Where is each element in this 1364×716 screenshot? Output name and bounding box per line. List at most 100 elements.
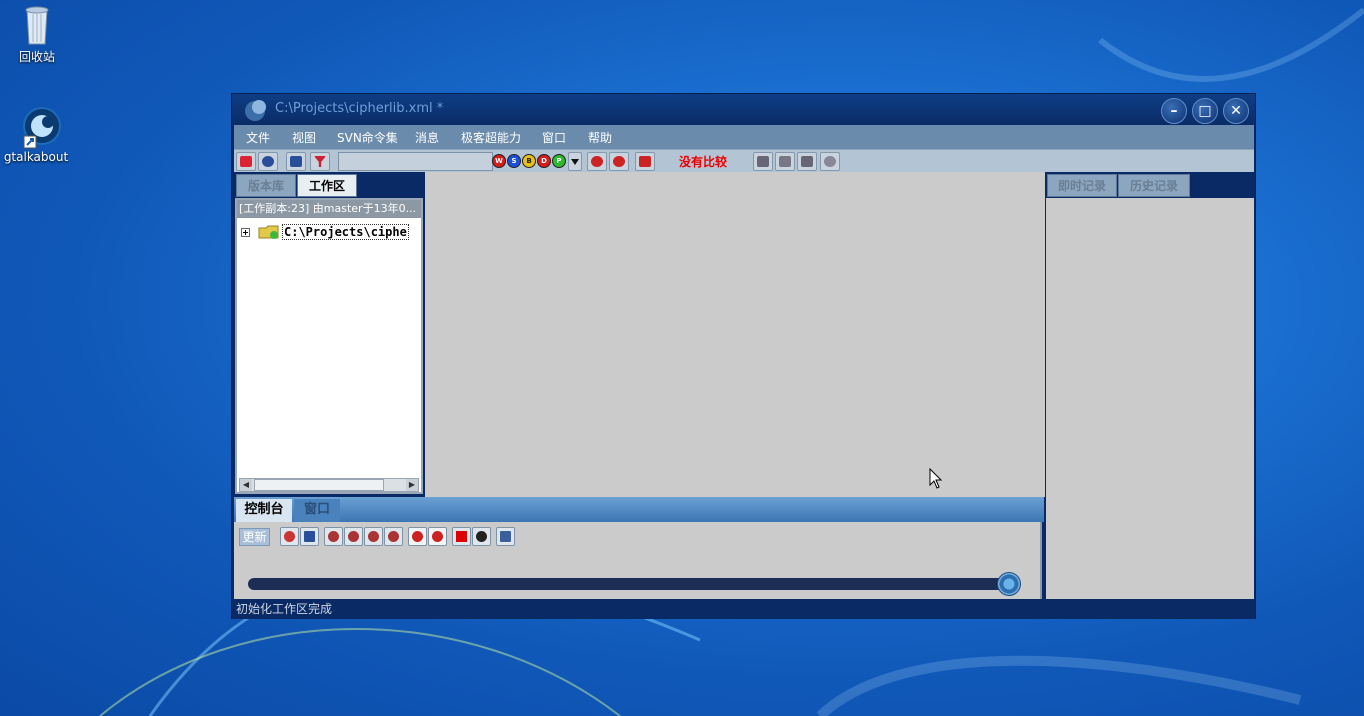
find-next-button[interactable] bbox=[609, 152, 629, 171]
search-button[interactable] bbox=[258, 152, 278, 171]
tool-button-6[interactable] bbox=[384, 527, 403, 546]
compare-icon bbox=[639, 156, 651, 167]
find-previous-button[interactable] bbox=[587, 152, 607, 171]
menu-view[interactable]: 视图 bbox=[292, 129, 316, 146]
network-icon bbox=[368, 531, 379, 542]
desktop-icon-label: gtalkabout bbox=[3, 150, 69, 164]
network-icon bbox=[348, 531, 359, 542]
horizontal-scrollbar[interactable]: ◀ ▶ bbox=[239, 478, 419, 492]
right-tab-strip: 即时记录 历史记录 bbox=[1046, 172, 1254, 198]
title-bar[interactable]: C:\Projects\cipherlib.xml * – □ ✕ bbox=[232, 94, 1255, 125]
minimize-button[interactable]: – bbox=[1161, 98, 1187, 124]
folder-open-icon bbox=[240, 156, 252, 167]
tool-button-5[interactable] bbox=[364, 527, 383, 546]
tool-button-8[interactable] bbox=[428, 527, 447, 546]
expand-icon bbox=[757, 156, 769, 167]
s-button[interactable]: S bbox=[507, 154, 521, 168]
network-icon bbox=[388, 531, 399, 542]
menu-svn[interactable]: SVN命令集 bbox=[337, 129, 398, 146]
console-panel: 更新 bbox=[234, 522, 1042, 599]
close-button[interactable]: ✕ bbox=[1223, 98, 1249, 124]
main-content-area[interactable] bbox=[425, 172, 1045, 497]
expand-horizontal-button[interactable] bbox=[753, 152, 773, 171]
b-button[interactable]: B bbox=[522, 154, 536, 168]
scroll-left-arrow[interactable]: ◀ bbox=[240, 479, 252, 491]
dropdown-arrow-icon bbox=[571, 159, 579, 165]
w-button[interactable]: W bbox=[492, 154, 506, 168]
mouse-cursor-icon bbox=[929, 468, 943, 489]
tab-repository[interactable]: 版本库 bbox=[236, 174, 296, 197]
tool-button-4[interactable] bbox=[344, 527, 363, 546]
maximize-icon: □ bbox=[1198, 103, 1212, 119]
expand-plus-icon[interactable] bbox=[241, 228, 251, 238]
console-slider-track[interactable] bbox=[248, 578, 1008, 590]
repository-button[interactable] bbox=[286, 152, 306, 171]
filter-icon bbox=[314, 156, 326, 167]
flag-icon bbox=[456, 531, 467, 542]
minimize-icon: – bbox=[1170, 103, 1178, 119]
tool-button-10[interactable] bbox=[472, 527, 491, 546]
status-bar: 初始化工作区完成 bbox=[234, 599, 1254, 619]
network-icon bbox=[284, 531, 295, 542]
tool-button-1[interactable] bbox=[280, 527, 299, 546]
find-next-icon bbox=[613, 156, 625, 167]
find-prev-icon bbox=[591, 156, 603, 167]
filter-button[interactable] bbox=[310, 152, 330, 171]
zoom-icon bbox=[432, 531, 443, 542]
bottom-tab-strip: 控制台 窗口 bbox=[234, 497, 1044, 522]
app-logo-icon bbox=[243, 98, 269, 122]
recycle-bin-icon bbox=[15, 2, 59, 46]
scroll-right-arrow[interactable]: ▶ bbox=[406, 479, 418, 491]
app-window: C:\Projects\cipherlib.xml * – □ ✕ 文件 视图 … bbox=[231, 93, 1256, 619]
main-toolbar: W S B D P 没有比较 bbox=[234, 149, 1254, 172]
path-combo[interactable] bbox=[338, 152, 493, 171]
print-button[interactable] bbox=[775, 152, 795, 171]
tab-workspace[interactable]: 工作区 bbox=[297, 174, 357, 197]
menu-messages[interactable]: 消息 bbox=[415, 129, 439, 146]
menu-window[interactable]: 窗口 bbox=[542, 129, 566, 146]
letters-dropdown-button[interactable] bbox=[568, 152, 582, 171]
tool-button-2[interactable] bbox=[300, 527, 319, 546]
maximize-button[interactable]: □ bbox=[1192, 98, 1218, 124]
menu-help[interactable]: 帮助 bbox=[588, 129, 612, 146]
sync-icon bbox=[476, 531, 487, 542]
zoom-icon bbox=[412, 531, 423, 542]
magnifier-icon bbox=[262, 156, 274, 167]
d-button[interactable]: D bbox=[537, 154, 551, 168]
tool-button-7[interactable] bbox=[408, 527, 427, 546]
menu-file[interactable]: 文件 bbox=[246, 129, 270, 146]
desktop-icon-recycle-bin[interactable]: 回收站 bbox=[2, 2, 72, 65]
desktop-icon-label: 回收站 bbox=[18, 50, 55, 64]
close-icon: ✕ bbox=[1230, 103, 1242, 119]
tab-instant-log[interactable]: 即时记录 bbox=[1047, 174, 1117, 197]
swap-button[interactable] bbox=[797, 152, 817, 171]
repository-icon bbox=[290, 156, 302, 167]
tool-button-9[interactable] bbox=[452, 527, 471, 546]
menu-geek-power[interactable]: 极客超能力 bbox=[461, 129, 521, 146]
window-title: C:\Projects\cipherlib.xml * bbox=[275, 101, 444, 116]
desktop-icon-gtalkabout[interactable]: gtalkabout bbox=[1, 104, 71, 164]
tab-history-log[interactable]: 历史记录 bbox=[1118, 174, 1190, 197]
tab-window[interactable]: 窗口 bbox=[294, 499, 340, 522]
calendar-icon bbox=[500, 531, 511, 542]
menu-bar: 文件 视图 SVN命令集 消息 极客超能力 窗口 帮助 bbox=[234, 125, 1254, 149]
folder-icon bbox=[258, 225, 279, 239]
print-icon bbox=[779, 156, 791, 167]
tab-console[interactable]: 控制台 bbox=[236, 499, 292, 522]
tool-button-11[interactable] bbox=[496, 527, 515, 546]
working-copy-header: [工作副本:23] 由master于13年0... bbox=[237, 200, 421, 218]
tree-root-label: C:\Projects\ciphe bbox=[282, 224, 409, 240]
scroll-thumb[interactable] bbox=[254, 479, 384, 491]
compare-status-text: 没有比较 bbox=[679, 155, 728, 169]
copy-icon bbox=[304, 531, 315, 542]
compare-button[interactable] bbox=[635, 152, 655, 171]
tool-button-3[interactable] bbox=[324, 527, 343, 546]
p-button[interactable]: P bbox=[552, 154, 566, 168]
swap-icon bbox=[801, 156, 813, 167]
open-folder-button[interactable] bbox=[236, 152, 256, 171]
update-button[interactable]: 更新 bbox=[239, 528, 270, 546]
console-slider-knob[interactable] bbox=[997, 572, 1021, 596]
gtalkabout-shortcut-icon bbox=[14, 104, 61, 149]
workspace-panel: [工作副本:23] 由master于13年0... C:\Projects\ci… bbox=[235, 198, 423, 494]
refresh-toolbar-button[interactable] bbox=[820, 152, 840, 171]
